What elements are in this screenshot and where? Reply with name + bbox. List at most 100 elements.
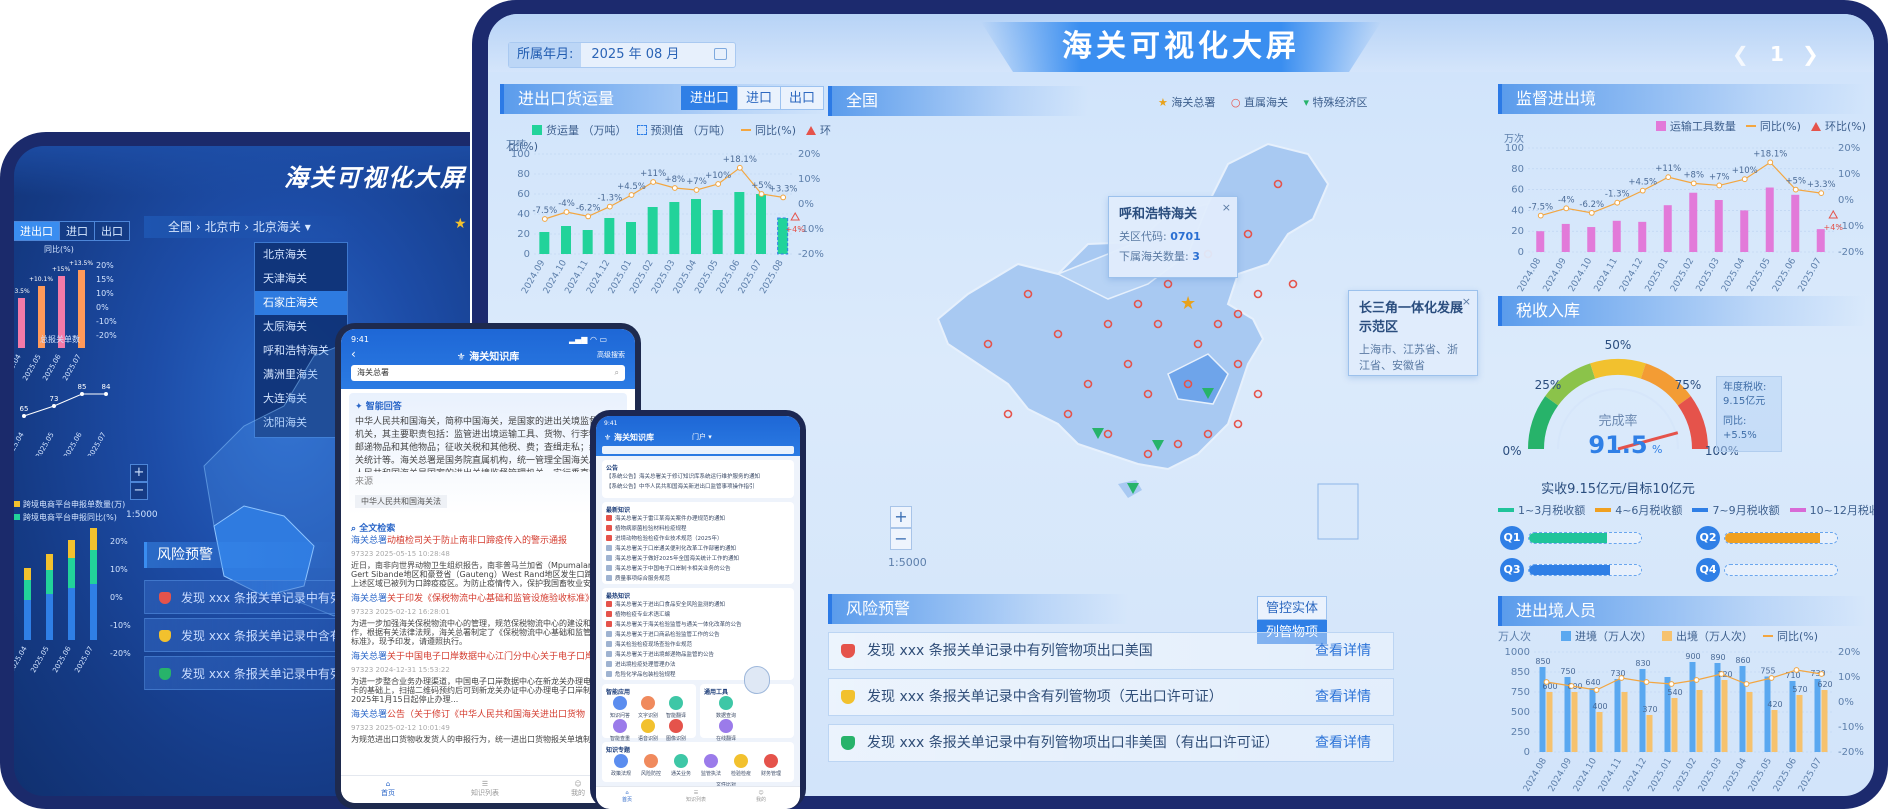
crumb-beijing-customs[interactable]: 北京海关 [253, 220, 301, 234]
smart-app[interactable]: 文字识别 [634, 696, 662, 719]
result-title[interactable]: 海关总署关于中国电子口岸数据中心江门分中心关于电子口岸制卡 [351, 651, 627, 664]
risk-item[interactable]: 发现 xxx 条报关单记录中有列管物项出口非美国（有出口许可证） 查看详情 [828, 724, 1394, 762]
smart-app[interactable]: 语音识别 [634, 719, 662, 742]
bar [669, 202, 680, 254]
zoom-in-button[interactable]: + [130, 464, 148, 482]
nav-home[interactable]: ⌂ 首页 [622, 790, 632, 803]
phone-title: ⚜ 海关知识库 [604, 432, 654, 443]
stacked-bar [68, 540, 75, 558]
notice-item[interactable]: 【系统公告】中华人民共和国海关新进出口监管事项操作指引 [606, 482, 790, 492]
view-details-link[interactable]: 查看详情 [1315, 679, 1371, 715]
latest-item[interactable]: 海关总署关于做好2025年全国海关统计工作的通知 [606, 554, 790, 564]
popup-count: 3 [1192, 250, 1200, 263]
phone-search-input[interactable] [602, 446, 794, 454]
latest-item[interactable]: 海关总署关于中国电子口岸制卡相关业务的公告 [606, 564, 790, 574]
next-page-icon[interactable]: ❯ [1802, 42, 1819, 66]
line-label: +8% [1683, 170, 1704, 180]
line-label: +7% [686, 177, 707, 187]
smart-app[interactable]: 图像识别 [662, 719, 690, 742]
crumb-national[interactable]: 全国 [168, 220, 192, 234]
line-label: +10% [1732, 166, 1758, 176]
tab-trade-import[interactable]: 进口 [737, 86, 782, 110]
tablet-search-input[interactable]: 海关总署 ⌕ [351, 365, 625, 381]
trade-tabs: 进出口 进口 出口 [681, 86, 825, 110]
nav-knowledge[interactable]: ☰ 知识列表 [686, 790, 706, 803]
legend-q1: 1~3月税收额 [1518, 504, 1586, 517]
hot-item[interactable]: 海关总署关于进出境邮递物品监管的公告 [606, 650, 790, 660]
tab-control-entity[interactable]: 管控实体 [1257, 596, 1328, 620]
risk-item[interactable]: 发现 xxx 条报关单记录中有列管物项出口美国 查看详情 [828, 632, 1394, 670]
y2-tick-label: 10% [1838, 672, 1860, 683]
nav-knowledge[interactable]: ☰ 知识列表 [471, 780, 499, 798]
topic-item[interactable]: 检验检疫 [726, 754, 756, 777]
zoom-out-button[interactable]: − [890, 528, 912, 550]
hot-item[interactable]: 海关总署关于海关检验监管与通关一体化改革的公告 [606, 620, 790, 630]
tab-trade-export[interactable]: 出口 [780, 86, 825, 110]
alarm-icon [841, 690, 855, 704]
topic-item[interactable]: 通关业务 [666, 754, 696, 777]
latest-item[interactable]: 海关总署关于雷江某海关案件办理规范的通知 [606, 514, 790, 524]
y-tick-label: 10% [110, 565, 128, 574]
result-meta: 97323 2025-05-15 10:28:48 [351, 550, 450, 558]
line-label: -1.3% [597, 194, 622, 204]
notice-item[interactable]: 【系统公告】海关总署关于修订知识库系统运行维护服务的通知 [606, 472, 790, 482]
bar [647, 207, 658, 254]
search-icon[interactable]: ⌕ [615, 365, 619, 381]
smart-app[interactable]: 智能翻译 [662, 696, 690, 719]
result-title[interactable]: 海关总署公告（关于修订《中华人民共和国海关进出口货物 [351, 709, 627, 722]
rank-icon [606, 555, 612, 561]
result-body: 为规范进出口货物收发货人的申报行为，统一进出口货物报关单填制要求... [351, 735, 615, 744]
crumb-beijing[interactable]: 北京市 [204, 220, 240, 234]
hot-item-text: 植物检疫专业术语汇编 [615, 612, 671, 618]
ecom-legend-yoy: 跨境电商平台申报同比(%) [23, 513, 117, 522]
line-point [1618, 675, 1625, 681]
search-result-item[interactable]: 海关总署关于印发《保税物流中心基础和监管设施验收标准》的通知 97323 2025… [351, 593, 627, 645]
hot-item[interactable]: 海关检验检疫现场查验作业规范 [606, 640, 790, 650]
latest-item[interactable]: 进境动物检验检疫作业技术规范（2025年） [606, 534, 790, 544]
dropdown-option[interactable]: 天津海关 [255, 267, 347, 291]
advanced-search-link[interactable]: 高级搜索 [597, 350, 625, 360]
close-icon[interactable]: × [1462, 295, 1471, 308]
topic-item[interactable]: 政策法规 [606, 754, 636, 777]
view-details-link[interactable]: 查看详情 [1315, 725, 1371, 761]
data-label: 755 [1760, 667, 1775, 676]
nav-home[interactable]: ⌂ 首页 [381, 780, 395, 798]
tab-trade-all[interactable]: 进出口 [681, 86, 739, 110]
hot-item[interactable]: 海关总署关于进出口食品安全风险监测的通知 [606, 600, 790, 610]
latest-item[interactable]: 海关总署关于口岸通关便利化改革工作部署的通知 [606, 544, 790, 554]
result-title[interactable]: 海关总署关于印发《保税物流中心基础和监管设施验收标准》的通知 [351, 593, 627, 606]
close-icon[interactable]: × [1222, 201, 1231, 214]
search-result-item[interactable]: 海关总署公告（关于修订《中华人民共和国海关进出口货物 97323 2025-02-… [351, 709, 627, 744]
search-result-item[interactable]: 海关总署动植检司关于防止南非口蹄疫传入的警示通报 97323 2025-05-15… [351, 535, 627, 587]
tool-app[interactable]: 在线翻译 [704, 719, 748, 742]
result-title[interactable]: 海关总署动植检司关于防止南非口蹄疫传入的警示通报 [351, 535, 627, 548]
topic-item[interactable]: 风险防控 [636, 754, 666, 777]
topic-item[interactable]: 监管执法 [696, 754, 726, 777]
assistant-robot-icon[interactable] [744, 666, 770, 694]
nav-mine[interactable]: ☺ 我的 [756, 790, 766, 803]
topic-item[interactable]: 财务管理 [756, 754, 786, 777]
home-icon: ⌂ [385, 780, 391, 788]
hot-item[interactable]: 海关总署关于进口商品检验监管工作的公告 [606, 630, 790, 640]
dropdown-option[interactable]: 北京海关 [255, 243, 347, 267]
prev-page-icon[interactable]: ❮ [1732, 42, 1749, 66]
latest-item[interactable]: 质量事项综合服务规范 [606, 574, 790, 584]
view-details-link[interactable]: 查看详情 [1315, 633, 1371, 669]
latest-item[interactable]: 植物病原菌检验材料检疫规程 [606, 524, 790, 534]
tool-app[interactable]: 数据查询 [704, 696, 748, 719]
caret-down-icon[interactable]: ▾ [305, 220, 311, 234]
source-tag[interactable]: 中华人民共和国海关法 [355, 495, 447, 508]
search-result-item[interactable]: 海关总署关于中国电子口岸数据中心江门分中心关于电子口岸制卡 97323 2024-… [351, 651, 627, 703]
smart-app[interactable]: 智能查重 [606, 719, 634, 742]
china-map[interactable]: ★ [908, 124, 1408, 544]
zoom-out-button[interactable]: − [130, 482, 148, 500]
risk-item[interactable]: 发现 xxx 条报关单记录中含有列管物项（无出口许可证） 查看详情 [828, 678, 1394, 716]
nav-mine[interactable]: ☺ 我的 [571, 780, 585, 798]
month-selector[interactable]: 所属年月: 2025 年 08 月 [508, 42, 736, 68]
portal-select[interactable]: 门户 ▾ [692, 432, 712, 442]
zoom-in-button[interactable]: + [890, 506, 912, 528]
customs-marker [1253, 389, 1263, 399]
hot-item[interactable]: 植物检疫专业术语汇编 [606, 610, 790, 620]
quarter-progress-fill [1529, 565, 1610, 575]
smart-app[interactable]: 知识问答 [606, 696, 634, 719]
